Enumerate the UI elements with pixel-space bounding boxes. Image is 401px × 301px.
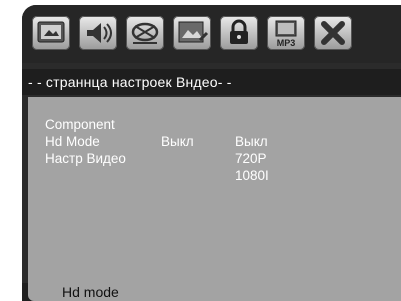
page-title-bar: - - страннца настроек Вндео- - xyxy=(22,69,401,95)
tab-audio[interactable] xyxy=(79,16,117,50)
osd-screen: MP3 - - страннца настроек Вндео- - Compo… xyxy=(22,5,401,301)
menu-item-component[interactable]: Component xyxy=(45,117,115,133)
video-icon xyxy=(131,22,159,44)
mp3-label: MP3 xyxy=(277,38,296,48)
status-bar: Hd mode xyxy=(22,283,401,301)
tab-mp3[interactable]: MP3 xyxy=(267,16,305,50)
tab-bar: MP3 xyxy=(22,5,401,63)
lock-icon xyxy=(230,19,248,44)
option-1080i[interactable]: 1080I xyxy=(235,168,269,184)
tab-system[interactable] xyxy=(32,16,70,50)
menu-item-hd-mode[interactable]: Hd Mode xyxy=(45,134,100,150)
status-text: Hd mode xyxy=(62,284,119,300)
preference-icon xyxy=(178,21,209,43)
tab-exit[interactable] xyxy=(314,16,352,50)
page-title: - - страннца настроек Вндео- - xyxy=(28,74,232,90)
system-icon xyxy=(37,21,65,43)
option-720p[interactable]: 720P xyxy=(235,151,267,167)
audio-icon xyxy=(87,23,112,43)
menu-item-video-setup[interactable]: Настр Видео xyxy=(45,151,126,167)
tab-preference[interactable] xyxy=(173,16,211,50)
exit-icon xyxy=(321,21,345,45)
tab-lock[interactable] xyxy=(220,16,258,50)
status-panel: Hd mode xyxy=(28,283,401,301)
mp3-icon: MP3 xyxy=(275,20,297,48)
settings-panel: Component Hd Mode Выкл Настр Видео Выкл … xyxy=(22,97,401,301)
hd-mode-value: Выкл xyxy=(161,134,194,149)
tab-video[interactable] xyxy=(126,16,164,50)
option-off[interactable]: Выкл xyxy=(235,134,268,150)
